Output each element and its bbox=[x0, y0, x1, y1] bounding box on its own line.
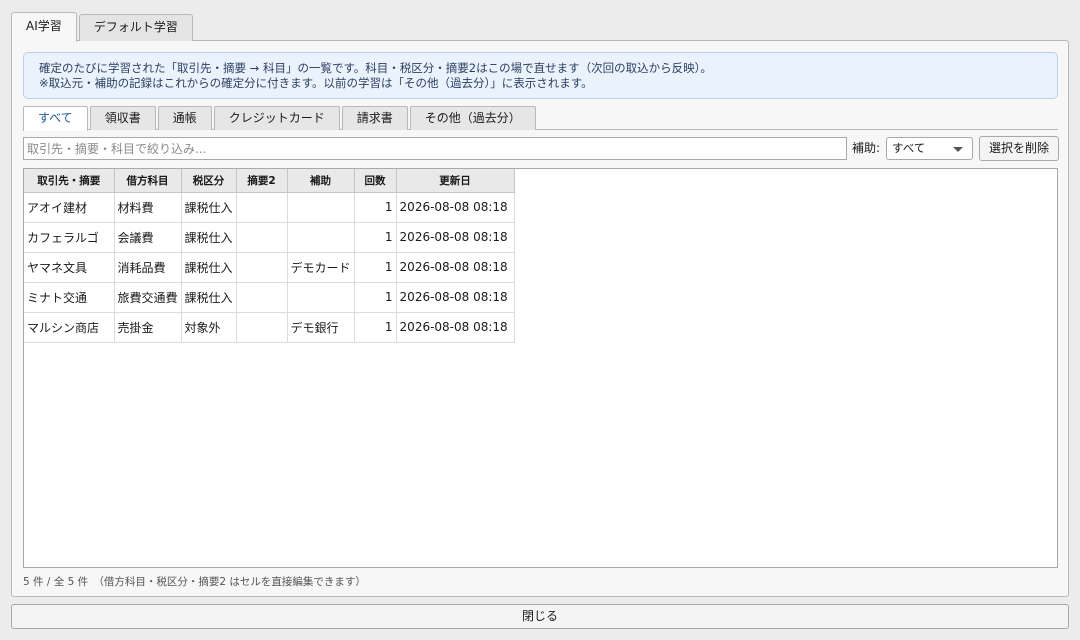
cell-partner[interactable]: ミナト交通 bbox=[24, 282, 115, 313]
cell-memo2[interactable] bbox=[236, 282, 288, 313]
cell-debit-account[interactable]: 消耗品費 bbox=[114, 252, 182, 283]
cell-partner[interactable]: アオイ建材 bbox=[24, 192, 115, 223]
table-row[interactable]: ヤマネ文具 消耗品費 課税仕入 デモカード 1 2026-08-08 08:18 bbox=[24, 252, 515, 283]
info-line-2: ※取込元・補助の記録はこれからの確定分に付きます。以前の学習は「その他（過去分）… bbox=[39, 76, 593, 90]
column-header[interactable]: 更新日 bbox=[396, 169, 515, 193]
cell-tax-category[interactable]: 課税仕入 bbox=[181, 282, 237, 313]
cell-count: 1 bbox=[354, 222, 397, 253]
cell-count: 1 bbox=[354, 312, 397, 343]
column-header[interactable]: 回数 bbox=[354, 169, 397, 193]
cell-tax-category[interactable]: 課税仕入 bbox=[181, 192, 237, 223]
tab-other-past[interactable]: その他（過去分） bbox=[409, 106, 536, 130]
tab-ai-learning[interactable]: AI学習 bbox=[11, 12, 77, 42]
cell-count: 1 bbox=[354, 252, 397, 283]
search-input[interactable] bbox=[23, 137, 847, 160]
learning-panel: 確定のたびに学習された「取引先・摘要 → 科目」の一覧です。科目・税区分・摘要2… bbox=[11, 40, 1069, 597]
aux-label: 補助: bbox=[852, 141, 881, 155]
delete-selected-button[interactable]: 選択を削除 bbox=[979, 136, 1059, 161]
cell-tax-category[interactable]: 課税仕入 bbox=[181, 222, 237, 253]
chevron-down-icon bbox=[953, 147, 963, 152]
cell-memo2[interactable] bbox=[236, 222, 288, 253]
table-row[interactable]: マルシン商店 売掛金 対象外 デモ銀行 1 2026-08-08 08:18 bbox=[24, 312, 515, 343]
column-header[interactable]: 補助 bbox=[287, 169, 355, 193]
table-row[interactable]: アオイ建材 材料費 課税仕入 1 2026-08-08 08:18 bbox=[24, 192, 515, 223]
cell-updated: 2026-08-08 08:18 bbox=[396, 252, 515, 283]
table-row[interactable]: カフェラルゴ 会議費 課税仕入 1 2026-08-08 08:18 bbox=[24, 222, 515, 253]
aux-select[interactable]: すべて bbox=[886, 137, 973, 160]
cell-debit-account[interactable]: 材料費 bbox=[114, 192, 182, 223]
tab-invoices[interactable]: 請求書 bbox=[341, 106, 408, 130]
cell-partner[interactable]: マルシン商店 bbox=[24, 312, 115, 343]
info-box: 確定のたびに学習された「取引先・摘要 → 科目」の一覧です。科目・税区分・摘要2… bbox=[23, 52, 1058, 99]
cell-memo2[interactable] bbox=[236, 312, 288, 343]
cell-debit-account[interactable]: 会議費 bbox=[114, 222, 182, 253]
column-header[interactable]: 摘要2 bbox=[236, 169, 288, 193]
close-button[interactable]: 閉じる bbox=[11, 604, 1069, 629]
cell-partner[interactable]: ヤマネ文具 bbox=[24, 252, 115, 283]
learning-table: 取引先・摘要 借方科目 税区分 摘要2 補助 回数 更新日 アオイ建材 材料費 … bbox=[23, 168, 1058, 568]
status-text: 5 件 / 全 5 件 （借方科目・税区分・摘要2 はセルを直接編集できます） bbox=[23, 576, 366, 588]
cell-updated: 2026-08-08 08:18 bbox=[396, 192, 515, 223]
cell-updated: 2026-08-08 08:18 bbox=[396, 222, 515, 253]
cell-sub-account: デモ銀行 bbox=[287, 312, 355, 343]
cell-count: 1 bbox=[354, 192, 397, 223]
cell-tax-category[interactable]: 対象外 bbox=[181, 312, 237, 343]
tab-default-learning[interactable]: デフォルト学習 bbox=[78, 14, 193, 41]
cell-updated: 2026-08-08 08:18 bbox=[396, 312, 515, 343]
cell-sub-account bbox=[287, 222, 355, 253]
source-tabs: すべて 領収書 通帳 クレジットカード 請求書 その他（過去分） bbox=[23, 106, 1058, 131]
column-header[interactable]: 借方科目 bbox=[114, 169, 182, 193]
top-tabs: AI学習 デフォルト学習 bbox=[11, 12, 195, 42]
tab-all[interactable]: すべて bbox=[23, 106, 88, 131]
cell-debit-account[interactable]: 売掛金 bbox=[114, 312, 182, 343]
cell-count: 1 bbox=[354, 282, 397, 313]
table-row[interactable]: ミナト交通 旅費交通費 課税仕入 1 2026-08-08 08:18 bbox=[24, 282, 515, 313]
cell-sub-account: デモカード bbox=[287, 252, 355, 283]
info-line-1: 確定のたびに学習された「取引先・摘要 → 科目」の一覧です。科目・税区分・摘要2… bbox=[39, 61, 712, 75]
cell-memo2[interactable] bbox=[236, 192, 288, 223]
cell-sub-account bbox=[287, 192, 355, 223]
tab-credit-card[interactable]: クレジットカード bbox=[213, 106, 340, 130]
cell-updated: 2026-08-08 08:18 bbox=[396, 282, 515, 313]
tab-passbook[interactable]: 通帳 bbox=[157, 106, 212, 130]
cell-memo2[interactable] bbox=[236, 252, 288, 283]
cell-sub-account bbox=[287, 282, 355, 313]
aux-select-value: すべて bbox=[892, 141, 926, 155]
column-header[interactable]: 税区分 bbox=[181, 169, 237, 193]
cell-debit-account[interactable]: 旅費交通費 bbox=[114, 282, 182, 313]
cell-partner[interactable]: カフェラルゴ bbox=[24, 222, 115, 253]
cell-tax-category[interactable]: 課税仕入 bbox=[181, 252, 237, 283]
tab-receipts[interactable]: 領収書 bbox=[89, 106, 156, 130]
filter-row: 補助: すべて 選択を削除 bbox=[23, 136, 1059, 161]
column-header[interactable]: 取引先・摘要 bbox=[24, 169, 115, 193]
table-header-row: 取引先・摘要 借方科目 税区分 摘要2 補助 回数 更新日 bbox=[24, 169, 515, 193]
